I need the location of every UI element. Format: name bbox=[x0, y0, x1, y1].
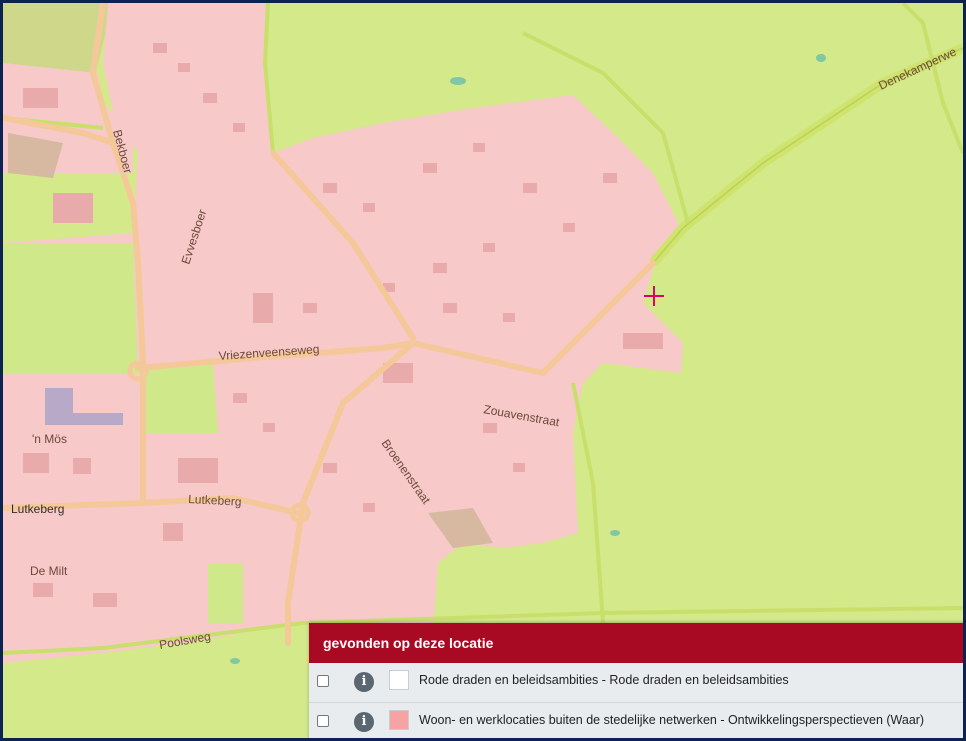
place-label-de-milt: De Milt bbox=[30, 564, 68, 578]
green-park bbox=[138, 363, 218, 433]
panel-title: gevonden op deze locatie bbox=[309, 623, 963, 663]
street-label-lutkeberg-center: Lutkeberg bbox=[188, 492, 242, 509]
info-icon[interactable]: i bbox=[354, 672, 374, 692]
street-label-lutkeberg-west: Lutkeberg bbox=[11, 502, 64, 516]
place-label-n-mos: 'n Mös bbox=[32, 432, 67, 446]
legend-swatch bbox=[389, 670, 409, 690]
result-label: Rode draden en beleidsambities - Rode dr… bbox=[419, 673, 789, 687]
result-row: i Rode draden en beleidsambities - Rode … bbox=[309, 663, 963, 702]
info-icon[interactable]: i bbox=[354, 712, 374, 732]
result-row: i Woon- en werklocaties buiten de stedel… bbox=[309, 702, 963, 738]
layer-checkbox[interactable] bbox=[317, 715, 329, 727]
result-label: Woon- en werklocaties buiten de stedelij… bbox=[419, 713, 925, 727]
green-south bbox=[208, 563, 243, 623]
green-west bbox=[3, 243, 138, 373]
results-panel: gevonden op deze locatie i Rode draden e… bbox=[309, 623, 963, 738]
map-frame: Bekboer Evvesboer Vriezenveenseweg Denek… bbox=[0, 0, 966, 741]
legend-swatch bbox=[389, 710, 409, 730]
layer-checkbox[interactable] bbox=[317, 675, 329, 687]
